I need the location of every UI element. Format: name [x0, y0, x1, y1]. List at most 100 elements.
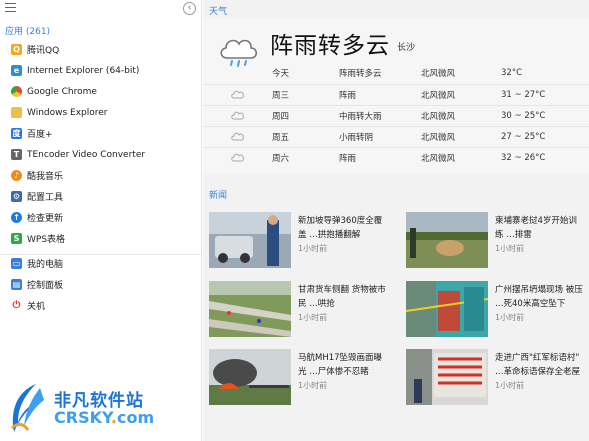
app-item-label: 检查更新: [27, 214, 64, 224]
news-title: 柬埔寨老挝4岁开始训练 …排雷: [495, 216, 577, 240]
hamburger-menu-icon[interactable]: [5, 3, 16, 12]
day-label: 周三: [272, 91, 290, 101]
update-icon: ↑: [11, 212, 22, 223]
tencoder-icon: T: [11, 149, 22, 160]
day-label: 周五: [272, 133, 290, 143]
computer-icon: ▭: [11, 258, 22, 269]
news-item[interactable]: 广州摆吊坍塌现场 被压 …死40米高空坠下 1小时前: [400, 281, 586, 341]
condition-label: 阵雨: [339, 91, 357, 101]
app-item-config-tool[interactable]: ⚙ 配置工具: [0, 186, 202, 207]
app-item-label: TEncoder Video Converter: [27, 149, 146, 160]
news-item[interactable]: 新加坡导弹360度全覆盖 …拱抱播翻解 1小时前: [203, 212, 389, 272]
kuwo-icon: ♪: [11, 170, 22, 181]
news-time: 1小时前: [298, 381, 328, 390]
weather-section-header[interactable]: 天气: [209, 4, 227, 17]
feather-logo-icon: [10, 384, 44, 432]
control-panel-icon: ▤: [11, 279, 22, 290]
system-list: ▭ 我的电脑 ▤ 控制面板 ⏻ 关机: [0, 253, 202, 316]
app-item-chrome[interactable]: Google Chrome: [0, 81, 202, 102]
temperature-label: 32 ~ 26°C: [501, 153, 546, 163]
qq-icon: Q: [11, 44, 22, 55]
apps-panel: ‹ 应用 (261) Q 腾讯QQ e Internet Explorer (6…: [0, 0, 202, 441]
news-thumbnail: [209, 212, 291, 268]
news-title: 甘肃货车侧翻 货物被市民 …哄抢: [298, 285, 386, 309]
app-item-label: Internet Explorer (64-bit): [27, 65, 140, 76]
temperature-label: 30 ~ 25°C: [501, 111, 546, 121]
forecast-row: 周五 小雨转阴 北风微风 27 ~ 25°C: [203, 126, 589, 147]
small-cloud-icon: [231, 153, 244, 162]
news-time: 1小时前: [298, 244, 328, 253]
content-panel: 天气 阵雨转多云 长沙 今天 阵雨转多云 北风微风 32°C 周三 阵雨 北风微…: [203, 0, 589, 441]
news-thumbnail: [406, 349, 488, 405]
app-item-control-panel[interactable]: ▤ 控制面板: [0, 274, 202, 295]
news-time: 1小时前: [495, 381, 525, 390]
app-item-shutdown[interactable]: ⏻ 关机: [0, 295, 202, 316]
news-time: 1小时前: [495, 244, 525, 253]
condition-label: 阵雨转多云: [339, 68, 382, 79]
news-item[interactable]: 柬埔寨老挝4岁开始训练 …排雷 1小时前: [400, 212, 586, 272]
day-label: 今天: [272, 68, 290, 79]
app-item-label: 百度+: [27, 130, 53, 140]
wps-sheet-icon: S: [11, 233, 22, 244]
news-item[interactable]: 甘肃货车侧翻 货物被市民 …哄抢 1小时前: [203, 281, 389, 341]
collapse-panel-button[interactable]: ‹: [183, 2, 196, 15]
baidu-icon: 度: [11, 128, 22, 139]
app-item-my-computer[interactable]: ▭ 我的电脑: [0, 253, 202, 274]
apps-header[interactable]: 应用 (261): [5, 24, 50, 37]
app-item-label: 我的电脑: [27, 260, 64, 270]
weather-today-row: 今天 阵雨转多云 北风微风 32°C: [203, 62, 589, 83]
condition-label: 阵雨: [339, 154, 357, 164]
folder-icon: [11, 107, 22, 118]
app-item-label: WPS表格: [27, 235, 66, 245]
power-icon: ⏻: [11, 300, 22, 311]
forecast-row: 周四 中雨转大雨 北风微风 30 ~ 25°C: [203, 105, 589, 126]
small-cloud-icon: [231, 132, 244, 141]
app-item-label: Google Chrome: [27, 86, 97, 97]
news-thumbnail: [209, 281, 291, 337]
chrome-icon: [11, 86, 22, 97]
news-title: 走进广西"红军标语村" …革命标语保存全老屋: [495, 353, 581, 377]
app-item-kuwo[interactable]: ♪ 酷我音乐: [0, 165, 202, 186]
wind-label: 北风微风: [421, 68, 456, 79]
condition-label: 小雨转阴: [339, 133, 374, 143]
app-item-check-update[interactable]: ↑ 检查更新: [0, 207, 202, 228]
news-thumbnail: [406, 281, 488, 337]
news-item[interactable]: 马航MH17坠毁画面曝光 …尸体惨不忍睹 1小时前: [203, 349, 389, 409]
app-item-label: Windows Explorer: [27, 107, 108, 118]
current-city[interactable]: 长沙: [397, 40, 415, 53]
forecast-row: 周六 阵雨 北风微风 32 ~ 26°C: [203, 147, 589, 168]
app-item-label: 控制面板: [27, 281, 64, 291]
news-section-header[interactable]: 新闻: [209, 188, 227, 201]
news-thumbnail: [406, 212, 488, 268]
config-tool-icon: ⚙: [11, 191, 22, 202]
wind-label: 北风微风: [421, 154, 456, 164]
day-label: 周四: [272, 112, 290, 122]
small-cloud-icon: [231, 90, 244, 99]
app-item-baidu[interactable]: 度 百度+: [0, 123, 202, 144]
temperature-label: 27 ~ 25°C: [501, 132, 546, 142]
logo-text-en: CRSKY.com: [54, 408, 155, 427]
app-item-label: 酷我音乐: [27, 172, 64, 182]
app-item-wps-sheet[interactable]: S WPS表格: [0, 228, 202, 249]
app-item-windows-explorer[interactable]: Windows Explorer: [0, 102, 202, 123]
watermark-logo: 非凡软件站 CRSKY.com: [0, 378, 162, 441]
news-thumbnail: [209, 349, 291, 405]
news-time: 1小时前: [495, 313, 525, 322]
temperature-label: 31 ~ 27°C: [501, 90, 546, 100]
wind-label: 北风微风: [421, 133, 456, 143]
news-title: 马航MH17坠毁画面曝光 …尸体惨不忍睹: [298, 353, 383, 377]
app-item-label: 配置工具: [27, 193, 64, 203]
wind-label: 北风微风: [421, 91, 456, 101]
app-item-qq[interactable]: Q 腾讯QQ: [0, 39, 202, 60]
news-time: 1小时前: [298, 313, 328, 322]
temperature-label: 32°C: [501, 67, 523, 78]
news-item[interactable]: 走进广西"红军标语村" …革命标语保存全老屋 1小时前: [400, 349, 586, 409]
app-list: Q 腾讯QQ e Internet Explorer (64-bit) Goog…: [0, 39, 202, 249]
condition-label: 中雨转大雨: [339, 112, 382, 122]
app-item-tencoder[interactable]: T TEncoder Video Converter: [0, 144, 202, 165]
news-title: 广州摆吊坍塌现场 被压 …死40米高空坠下: [495, 285, 583, 309]
weather-card[interactable]: 阵雨转多云 长沙 今天 阵雨转多云 北风微风 32°C 周三 阵雨 北风微风 3…: [203, 18, 589, 174]
app-item-label: 关机: [27, 302, 46, 312]
app-item-ie[interactable]: e Internet Explorer (64-bit): [0, 60, 202, 81]
small-cloud-icon: [231, 111, 244, 120]
